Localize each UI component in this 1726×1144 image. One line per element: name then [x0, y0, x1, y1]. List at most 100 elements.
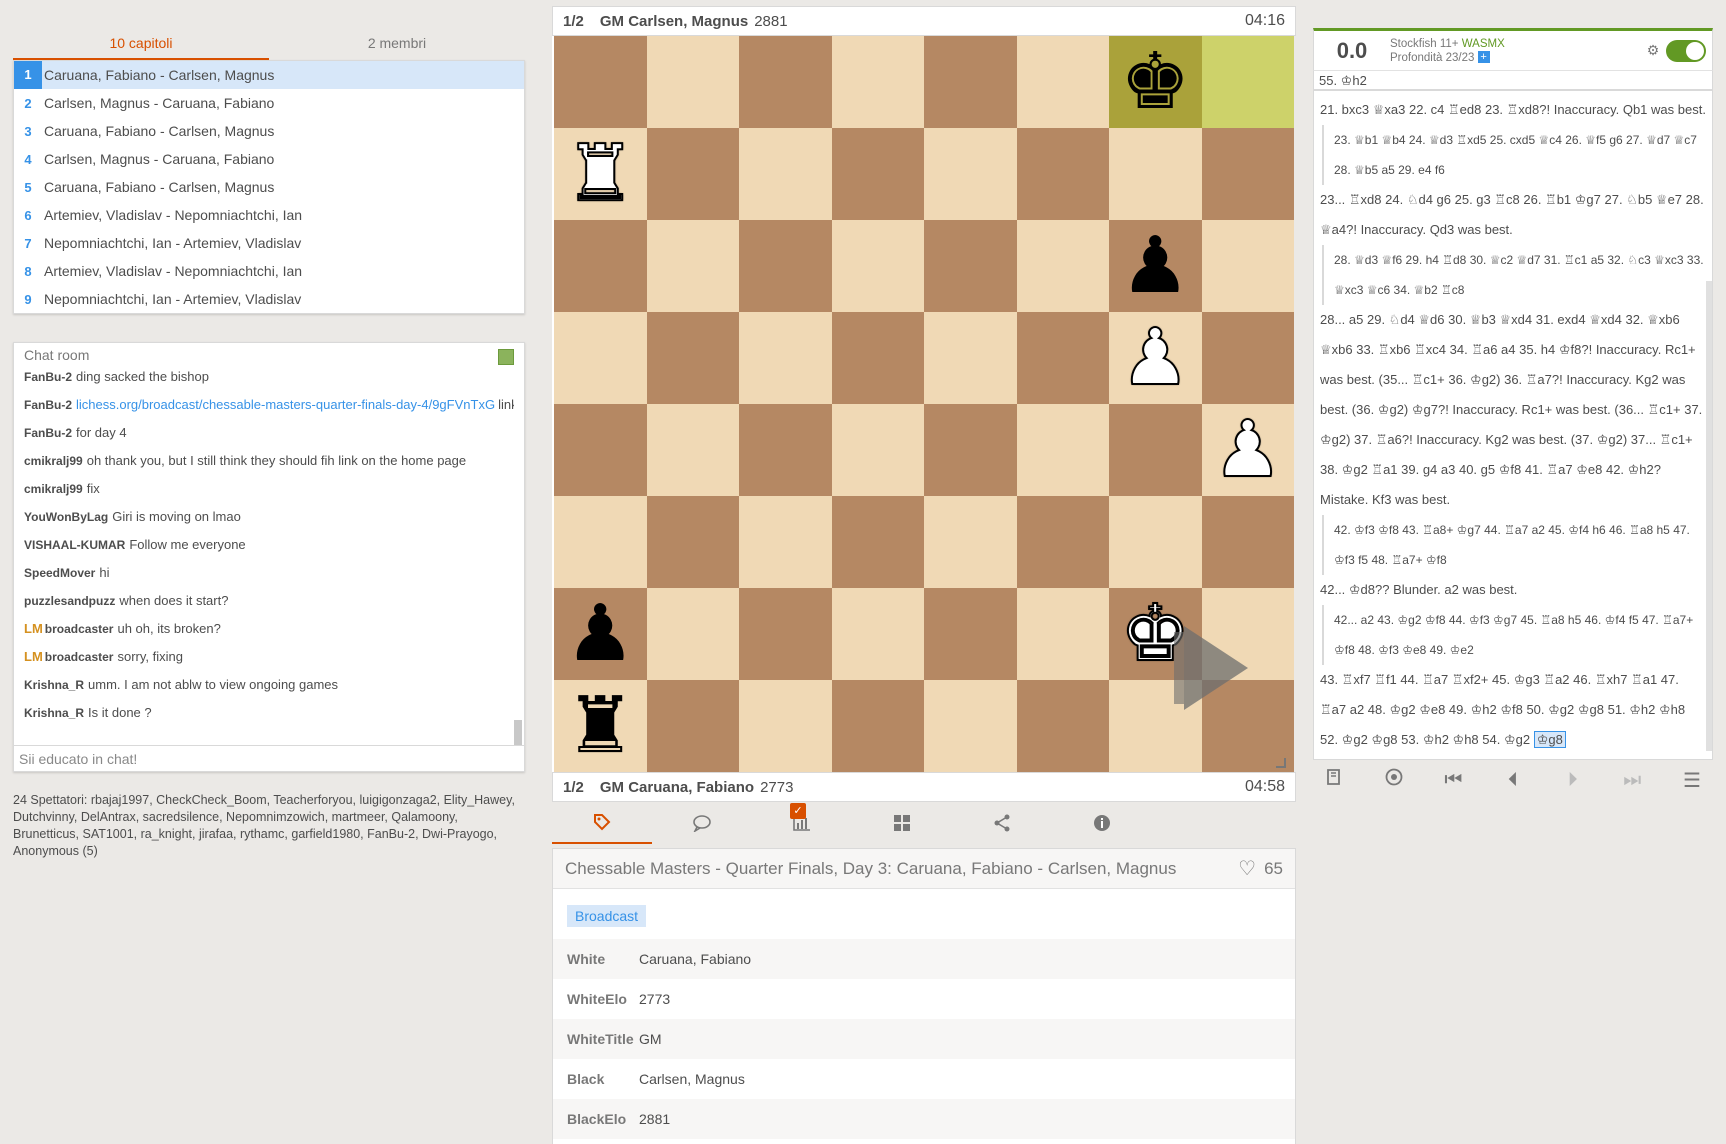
principal-variation[interactable]: 55. ♔h2: [1313, 70, 1713, 90]
plus-icon[interactable]: +: [1477, 51, 1490, 64]
square-c4[interactable]: [739, 404, 832, 496]
square-e2[interactable]: [924, 588, 1017, 680]
square-d4[interactable]: [831, 404, 924, 496]
square-f6[interactable]: [1016, 220, 1109, 312]
chat-username[interactable]: puzzlesandpuzz: [24, 594, 115, 608]
last-move-icon[interactable]: ⏭: [1617, 769, 1647, 792]
black-pawn-piece[interactable]: ♟: [1120, 226, 1190, 306]
square-a4[interactable]: [554, 404, 647, 496]
heart-icon[interactable]: ♡: [1238, 856, 1256, 881]
square-h3[interactable]: [1201, 496, 1294, 588]
square-b1[interactable]: [646, 680, 739, 772]
square-f5[interactable]: [1016, 312, 1109, 404]
chat-username[interactable]: broadcaster: [45, 622, 114, 636]
chapter-item[interactable]: 2 Carlsen, Magnus - Caruana, Fabiano: [14, 89, 524, 117]
chat-username[interactable]: FanBu-2: [24, 370, 72, 384]
square-h5[interactable]: [1201, 312, 1294, 404]
tag-value[interactable]: GM: [639, 1031, 662, 1047]
mainline-moves[interactable]: 43. ♖xf7 ♖f1 44. ♖a7 ♖xf2+ 45. ♔g3 ♖a2 4…: [1320, 665, 1706, 755]
first-move-icon[interactable]: ⏮: [1438, 769, 1468, 792]
chat-username[interactable]: cmikralj99: [24, 482, 83, 496]
topic-badge[interactable]: Broadcast: [567, 905, 647, 927]
square-c8[interactable]: [739, 36, 832, 128]
square-a3[interactable]: [554, 496, 647, 588]
square-e1[interactable]: [924, 680, 1017, 772]
chart-icon[interactable]: ✓: [752, 802, 852, 844]
square-b4[interactable]: [646, 404, 739, 496]
top-player-name[interactable]: GM Carlsen, Magnus: [600, 13, 748, 30]
square-d1[interactable]: [831, 680, 924, 772]
chapter-item[interactable]: 3 Caruana, Fabiano - Carlsen, Magnus: [14, 117, 524, 145]
tag-icon[interactable]: [552, 802, 652, 844]
square-e6[interactable]: [924, 220, 1017, 312]
square-h4[interactable]: ♟: [1201, 404, 1294, 496]
black-king-piece[interactable]: ♚: [1120, 42, 1190, 122]
chat-username[interactable]: YouWonByLag: [24, 510, 108, 524]
chapter-item[interactable]: 7 Nepomniachtchi, Ian - Artemiev, Vladisl…: [14, 229, 524, 257]
info-icon[interactable]: [1052, 802, 1152, 844]
mainline-moves[interactable]: 21. bxc3 ♕xa3 22. c4 ♖ed8 23. ♖xd8?! Ina…: [1320, 95, 1706, 125]
black-rook-piece[interactable]: ♜: [565, 686, 635, 766]
black-pawn-piece[interactable]: ♟: [565, 594, 635, 674]
square-c1[interactable]: [739, 680, 832, 772]
tab-members[interactable]: 2 membri: [269, 28, 525, 60]
square-g7[interactable]: [1109, 128, 1202, 220]
comment-icon[interactable]: [652, 802, 752, 844]
square-a6[interactable]: [554, 220, 647, 312]
square-b6[interactable]: [646, 220, 739, 312]
square-d2[interactable]: [831, 588, 924, 680]
square-f3[interactable]: [1016, 496, 1109, 588]
tag-value[interactable]: 2773: [639, 991, 670, 1007]
chat-username[interactable]: FanBu-2: [24, 426, 72, 440]
square-f2[interactable]: [1016, 588, 1109, 680]
chapter-item[interactable]: 8 Artemiev, Vladislav - Nepomniachtchi, I…: [14, 257, 524, 285]
square-d8[interactable]: [831, 36, 924, 128]
chat-username[interactable]: breins: [24, 734, 60, 735]
square-b3[interactable]: [646, 496, 739, 588]
square-h7[interactable]: [1201, 128, 1294, 220]
square-a7[interactable]: ♜: [554, 128, 647, 220]
chat-username[interactable]: SpeedMover: [24, 566, 95, 580]
board-resize-handle[interactable]: [1276, 758, 1286, 768]
chat-username[interactable]: FanBu-2: [24, 398, 72, 412]
chapter-item[interactable]: 6 Artemiev, Vladislav - Nepomniachtchi, I…: [14, 201, 524, 229]
share-icon[interactable]: [952, 802, 1052, 844]
square-e5[interactable]: [924, 312, 1017, 404]
variation-line[interactable]: 42... a2 43. ♔g2 ♔f8 44. ♔f3 ♔g7 45. ♖a8…: [1322, 605, 1706, 665]
chapter-item[interactable]: 9 Nepomniachtchi, Ian - Artemiev, Vladisl…: [14, 285, 524, 313]
square-g6[interactable]: ♟: [1109, 220, 1202, 312]
bottom-player-name[interactable]: GM Caruana, Fabiano: [600, 779, 754, 796]
square-g4[interactable]: [1109, 404, 1202, 496]
engine-toggle[interactable]: [1666, 39, 1706, 62]
square-h6[interactable]: [1201, 220, 1294, 312]
square-e4[interactable]: [924, 404, 1017, 496]
square-f4[interactable]: [1016, 404, 1109, 496]
variation-line[interactable]: 23. ♕b1 ♕b4 24. ♕d3 ♖xd5 25. cxd5 ♕c4 26…: [1322, 125, 1706, 185]
square-g8[interactable]: ♚: [1109, 36, 1202, 128]
square-a2[interactable]: ♟: [554, 588, 647, 680]
square-a5[interactable]: [554, 312, 647, 404]
chat-username[interactable]: Krishna_R: [24, 706, 84, 720]
square-e7[interactable]: [924, 128, 1017, 220]
chat-scrollbar[interactable]: [514, 720, 522, 745]
square-c3[interactable]: [739, 496, 832, 588]
square-a8[interactable]: [554, 36, 647, 128]
square-d3[interactable]: [831, 496, 924, 588]
square-c7[interactable]: [739, 128, 832, 220]
chat-username[interactable]: broadcaster: [45, 650, 114, 664]
square-g5[interactable]: ♟: [1109, 312, 1202, 404]
square-d5[interactable]: [831, 312, 924, 404]
chat-toggle[interactable]: [498, 349, 514, 365]
chat-input[interactable]: Sii educato in chat!: [14, 745, 524, 771]
white-pawn-piece[interactable]: ♟: [1119, 317, 1191, 399]
square-b5[interactable]: [646, 312, 739, 404]
menu-icon[interactable]: ☰: [1677, 768, 1707, 793]
tag-value[interactable]: Carlsen, Magnus: [639, 1071, 745, 1087]
prev-move-icon[interactable]: ⏴: [1498, 769, 1528, 792]
chat-username[interactable]: cmikralj99: [24, 454, 83, 468]
square-b2[interactable]: [646, 588, 739, 680]
tab-chapters[interactable]: 10 capitoli: [13, 28, 269, 60]
chapter-item[interactable]: 5 Caruana, Fabiano - Carlsen, Magnus: [14, 173, 524, 201]
square-b7[interactable]: [646, 128, 739, 220]
tag-value[interactable]: 2881: [639, 1111, 670, 1127]
